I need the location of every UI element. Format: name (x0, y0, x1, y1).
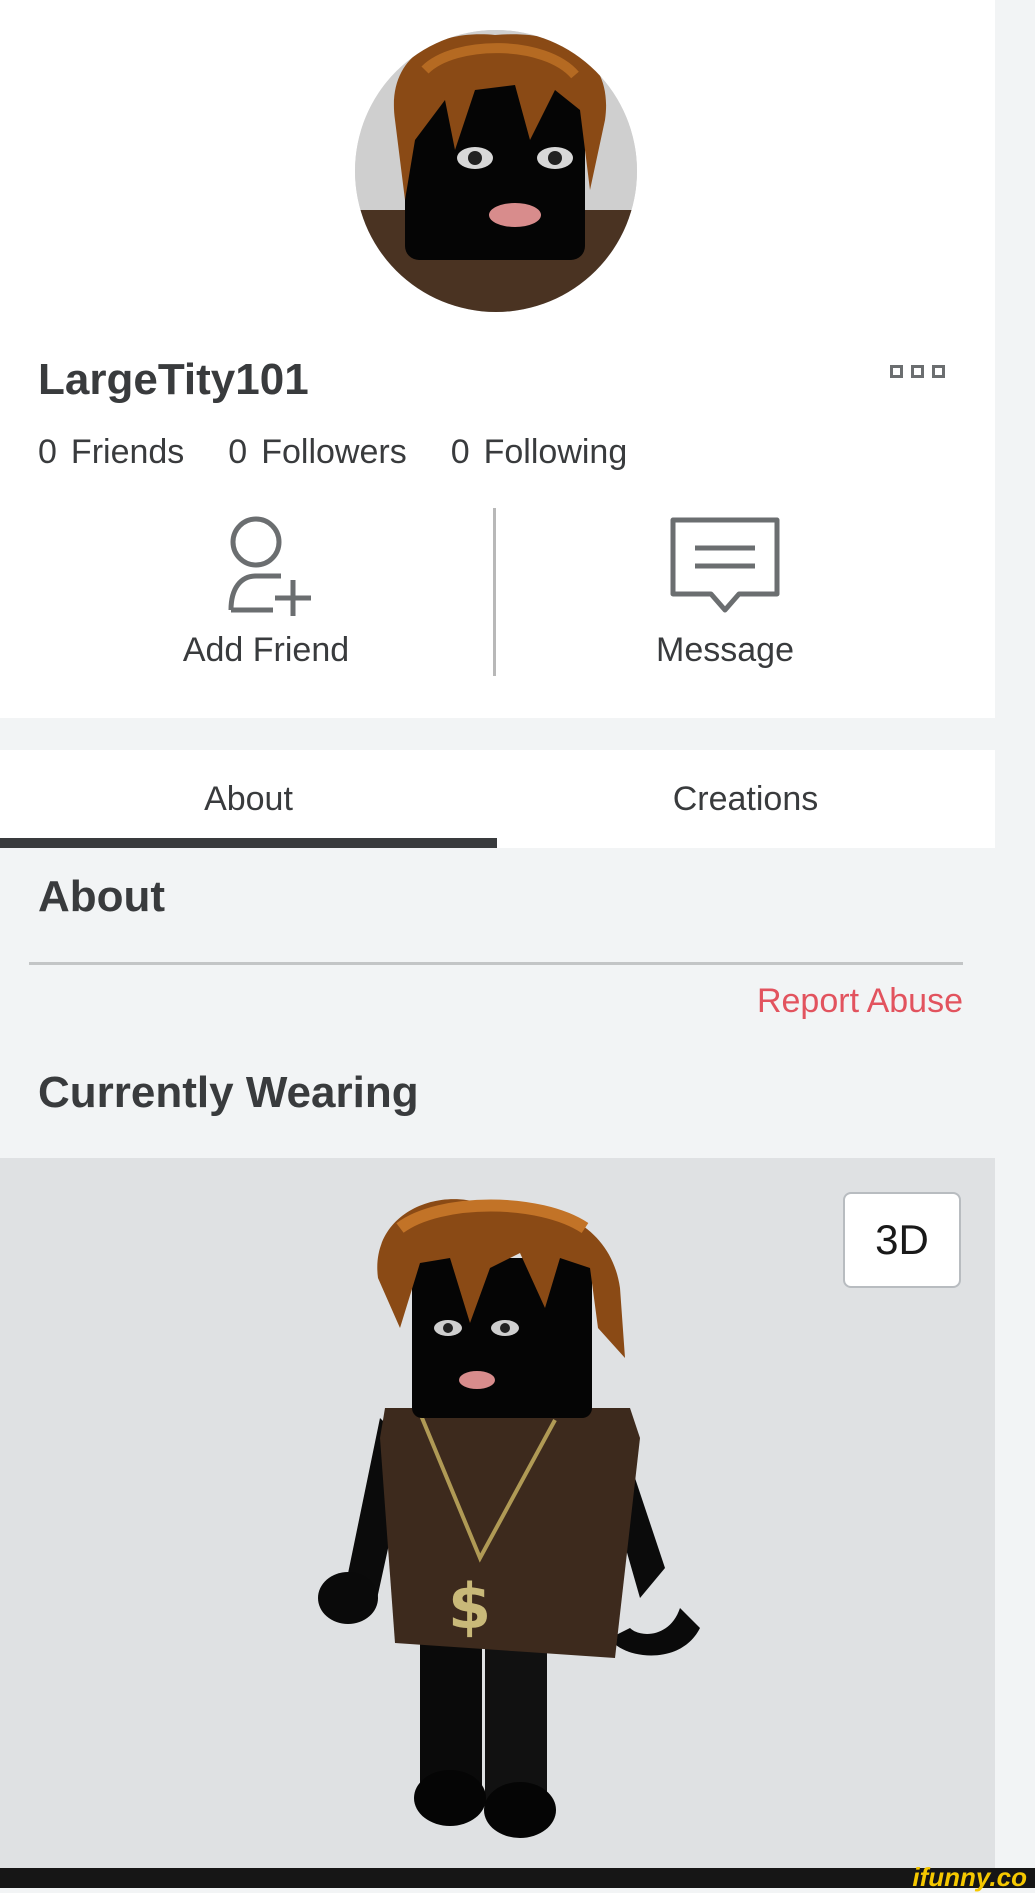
add-friend-icon (228, 516, 311, 616)
svg-text:$: $ (448, 1570, 491, 1643)
tab-about[interactable]: About (0, 750, 497, 848)
currently-wearing-heading: Currently Wearing (38, 1068, 419, 1117)
avatar-headshot[interactable] (355, 30, 637, 312)
about-heading: About (38, 872, 166, 921)
stat-friends[interactable]: 0 Friends (38, 433, 184, 472)
profile-tabs: About Creations (0, 750, 995, 848)
bottom-bar (0, 1868, 1035, 1888)
message-icon (670, 517, 780, 613)
stat-count: 0 (450, 433, 470, 471)
add-friend-button[interactable]: Add Friend (116, 510, 416, 670)
tab-creations[interactable]: Creations (497, 750, 994, 848)
profile-stats: 0 Friends 0 Followers 0 Following (38, 433, 627, 472)
more-dot (911, 364, 924, 378)
add-friend-label: Add Friend (182, 631, 350, 669)
stat-followers[interactable]: 0 Followers (228, 433, 406, 472)
actions-divider (493, 508, 496, 676)
more-options-icon[interactable] (890, 358, 960, 384)
profile-header: LargeTity101 0 Friends 0 Followers 0 Fol… (0, 0, 995, 718)
more-dot (890, 364, 903, 378)
about-divider (29, 962, 963, 965)
stat-label: Following (483, 433, 628, 471)
report-abuse-link[interactable]: Report Abuse (757, 982, 963, 1021)
view-3d-toggle[interactable]: 3D (843, 1192, 961, 1288)
message-button[interactable]: Message (575, 510, 875, 670)
stat-count: 0 (228, 433, 248, 471)
active-tab-indicator (0, 838, 497, 848)
stat-following[interactable]: 0 Following (451, 433, 628, 472)
stat-count: 0 (38, 433, 57, 471)
more-dot (932, 364, 945, 378)
message-label: Message (656, 631, 794, 669)
stat-label: Followers (261, 433, 407, 471)
stat-label: Friends (70, 433, 185, 471)
page-gutter (995, 0, 1035, 1868)
username: LargeTity101 (38, 355, 309, 404)
watermark: ifunny.co (912, 1862, 1027, 1892)
